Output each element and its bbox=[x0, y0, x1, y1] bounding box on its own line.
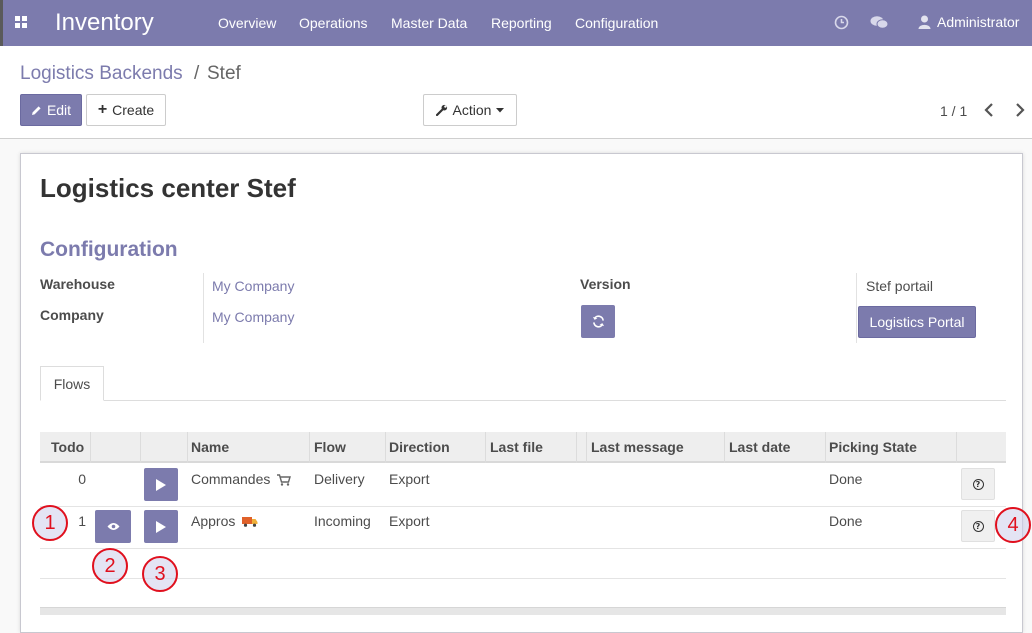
row1-name-text: Commandes bbox=[191, 471, 271, 487]
breadcrumb-current: Stef bbox=[207, 63, 241, 84]
callout-2: 2 bbox=[92, 548, 128, 584]
row1-picking-state: Done bbox=[829, 471, 863, 487]
user-menu[interactable]: Administrator bbox=[918, 14, 1019, 30]
row1-name[interactable]: Commandes bbox=[191, 471, 292, 487]
menu-master-data[interactable]: Master Data bbox=[391, 15, 467, 31]
row1-run-button[interactable] bbox=[144, 468, 178, 501]
logistics-portal-button[interactable]: Logistics Portal bbox=[858, 306, 976, 338]
record-title: Logistics center Stef bbox=[40, 173, 296, 203]
chevron-left-icon[interactable] bbox=[984, 103, 994, 117]
chevron-right-icon[interactable] bbox=[1015, 103, 1025, 117]
user-name: Administrator bbox=[937, 14, 1020, 30]
callout-4: 4 bbox=[995, 507, 1031, 543]
action-dropdown[interactable]: Action bbox=[423, 94, 517, 126]
column-divider bbox=[825, 432, 826, 463]
table-footer bbox=[40, 607, 1006, 615]
refresh-icon bbox=[592, 315, 604, 328]
question-icon: ? bbox=[972, 520, 984, 532]
company-value[interactable]: My Company bbox=[212, 309, 294, 325]
column-divider bbox=[586, 432, 587, 463]
col-direction[interactable]: Direction bbox=[389, 439, 450, 455]
warehouse-label: Warehouse bbox=[40, 276, 115, 292]
plus-icon: + bbox=[97, 101, 108, 118]
col-last-message[interactable]: Last message bbox=[591, 439, 684, 455]
row2-picking-state: Done bbox=[829, 513, 863, 529]
row-divider bbox=[40, 506, 1006, 507]
eye-icon bbox=[107, 523, 119, 530]
version-value: Stef portail bbox=[866, 278, 933, 294]
cart-icon bbox=[277, 474, 292, 486]
row1-direction: Export bbox=[389, 471, 430, 487]
column-divider bbox=[90, 432, 91, 463]
tab-baseline bbox=[40, 400, 1006, 401]
callout-3: 3 bbox=[142, 556, 178, 592]
field-divider bbox=[203, 273, 204, 343]
row2-run-button[interactable] bbox=[144, 510, 178, 543]
row-divider bbox=[40, 548, 1006, 549]
caret-down-icon bbox=[496, 107, 505, 112]
column-divider bbox=[140, 432, 141, 463]
app-brand[interactable]: Inventory bbox=[55, 9, 154, 37]
col-last-date[interactable]: Last date bbox=[729, 439, 790, 455]
create-label: Create bbox=[112, 102, 155, 118]
pencil-icon bbox=[31, 105, 41, 115]
question-icon: ? bbox=[972, 478, 984, 490]
row1-help-button[interactable]: ? bbox=[961, 468, 995, 500]
column-divider bbox=[187, 432, 188, 463]
refresh-button[interactable] bbox=[581, 305, 615, 338]
col-last-file[interactable]: Last file bbox=[490, 439, 543, 455]
truck-icon bbox=[242, 517, 258, 527]
column-divider bbox=[724, 432, 725, 463]
chat-icon[interactable] bbox=[870, 15, 889, 30]
col-name[interactable]: Name bbox=[191, 439, 229, 455]
col-picking-state[interactable]: Picking State bbox=[829, 439, 917, 455]
control-panel: Logistics Backends / Stef Edit + Create … bbox=[0, 46, 1032, 139]
column-divider bbox=[576, 432, 577, 463]
column-divider bbox=[956, 432, 957, 463]
user-icon bbox=[918, 15, 931, 29]
breadcrumb-separator: / bbox=[194, 63, 200, 84]
row2-view-button[interactable] bbox=[95, 510, 131, 543]
menu-configuration[interactable]: Configuration bbox=[575, 15, 658, 31]
section-title: Configuration bbox=[40, 238, 178, 261]
col-flow[interactable]: Flow bbox=[314, 439, 346, 455]
row2-name[interactable]: Appros bbox=[191, 513, 258, 529]
row-divider bbox=[40, 578, 1006, 579]
version-divider bbox=[856, 273, 857, 343]
callout-1: 1 bbox=[32, 505, 68, 541]
column-divider bbox=[309, 432, 310, 463]
row2-name-text: Appros bbox=[191, 513, 236, 529]
top-navbar: Inventory Overview Operations Master Dat… bbox=[0, 0, 1032, 46]
breadcrumb-parent[interactable]: Logistics Backends bbox=[20, 63, 183, 85]
play-icon bbox=[156, 520, 166, 533]
row1-flow: Delivery bbox=[314, 471, 365, 487]
row2-help-button[interactable]: ? bbox=[961, 510, 995, 542]
warehouse-value[interactable]: My Company bbox=[212, 278, 294, 294]
edit-label: Edit bbox=[46, 102, 72, 118]
row2-flow: Incoming bbox=[314, 513, 371, 529]
col-todo[interactable]: Todo bbox=[51, 439, 84, 455]
company-label: Company bbox=[40, 307, 104, 323]
action-label: Action bbox=[452, 102, 492, 118]
wrench-icon bbox=[435, 104, 447, 116]
play-icon bbox=[156, 478, 166, 491]
row2-direction: Export bbox=[389, 513, 430, 529]
column-divider bbox=[485, 432, 486, 463]
version-label: Version bbox=[580, 276, 631, 292]
menu-overview[interactable]: Overview bbox=[218, 15, 276, 31]
column-divider bbox=[385, 432, 386, 463]
create-button[interactable]: + Create bbox=[86, 94, 166, 126]
pager-value[interactable]: 1 / 1 bbox=[940, 103, 967, 119]
flows-table-header: Todo Name Flow Direction Last file Last … bbox=[40, 432, 1006, 463]
row1-todo: 0 bbox=[78, 471, 86, 487]
edit-button[interactable]: Edit bbox=[20, 94, 82, 126]
apps-icon[interactable] bbox=[15, 16, 27, 28]
menu-operations[interactable]: Operations bbox=[299, 15, 367, 31]
clock-icon[interactable] bbox=[834, 15, 849, 30]
menu-reporting[interactable]: Reporting bbox=[491, 15, 552, 31]
tab-flows[interactable]: Flows bbox=[40, 366, 104, 401]
